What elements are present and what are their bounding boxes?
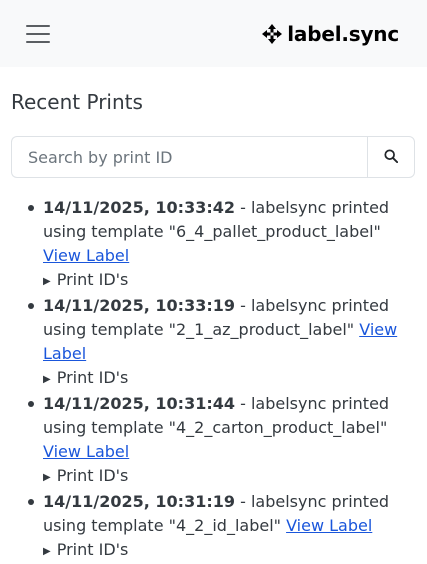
recent-prints-list: 14/11/2025, 10:33:42 - labelsync printed… (28, 196, 415, 564)
list-item: 14/11/2025, 10:33:19 - labelsync printed… (28, 294, 415, 392)
disclosure-triangle-icon: ▶ (43, 374, 51, 385)
search-input[interactable] (11, 136, 367, 178)
print-ids-label: Print ID's (56, 540, 129, 559)
view-label-link[interactable]: View Label (286, 516, 372, 535)
move-arrows-icon (262, 24, 283, 44)
print-ids-toggle[interactable]: ▶ Print ID's (43, 366, 415, 392)
disclosure-triangle-icon: ▶ (43, 276, 51, 287)
print-ids-label: Print ID's (56, 466, 129, 485)
brand-name: label.sync (287, 22, 399, 46)
print-timestamp: 14/11/2025, 10:33:42 (43, 198, 235, 217)
view-label-link[interactable]: View Label (43, 246, 129, 265)
print-timestamp: 14/11/2025, 10:31:44 (43, 394, 235, 413)
print-ids-toggle[interactable]: ▶ Print ID's (43, 268, 415, 294)
hamburger-menu-icon[interactable] (21, 20, 55, 48)
disclosure-triangle-icon: ▶ (43, 472, 51, 483)
print-timestamp: 14/11/2025, 10:31:19 (43, 492, 235, 511)
print-ids-toggle[interactable]: ▶ Print ID's (43, 538, 415, 564)
view-label-link[interactable]: View Label (43, 442, 129, 461)
navbar: label.sync (0, 0, 427, 67)
disclosure-triangle-icon: ▶ (43, 546, 51, 557)
list-item: 14/11/2025, 10:31:44 - labelsync printed… (28, 392, 415, 490)
page-title: Recent Prints (11, 90, 143, 114)
print-ids-toggle[interactable]: ▶ Print ID's (43, 464, 415, 490)
list-item: 14/11/2025, 10:33:42 - labelsync printed… (28, 196, 415, 294)
list-item: 14/11/2025, 10:31:19 - labelsync printed… (28, 490, 415, 564)
search-button[interactable] (367, 136, 415, 178)
print-ids-label: Print ID's (56, 270, 129, 289)
print-ids-label: Print ID's (56, 368, 129, 387)
search-icon (384, 148, 399, 166)
search-group (11, 136, 415, 178)
brand-link[interactable]: label.sync (262, 22, 399, 46)
print-timestamp: 14/11/2025, 10:33:19 (43, 296, 235, 315)
